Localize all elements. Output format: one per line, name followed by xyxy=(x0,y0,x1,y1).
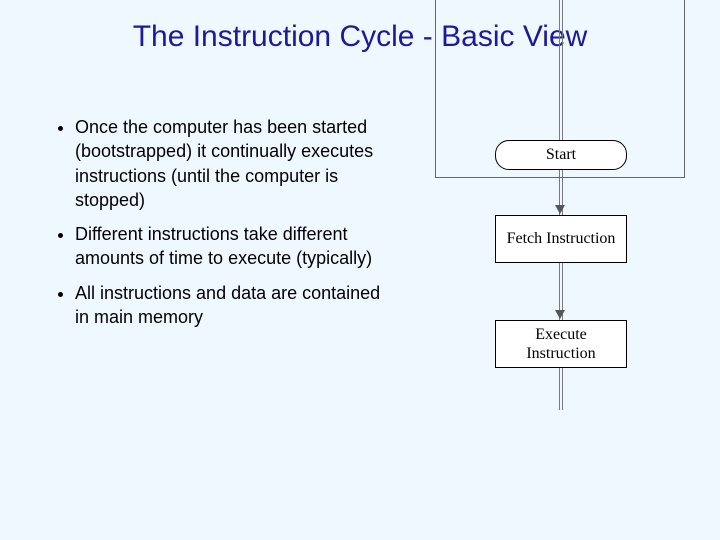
flow-node-execute: Execute Instruction xyxy=(495,320,627,368)
arrowhead-icon xyxy=(555,310,565,319)
flowchart: Start Fetch Instruction Execute Instruct… xyxy=(430,0,690,410)
bullet-item: Once the computer has been started (boot… xyxy=(75,115,385,212)
flow-node-start: Start xyxy=(495,140,627,170)
flow-node-fetch: Fetch Instruction xyxy=(495,215,627,263)
bullet-item: All instructions and data are contained … xyxy=(75,281,385,330)
arrowhead-icon xyxy=(555,205,565,214)
bullet-item: Different instructions take different am… xyxy=(75,222,385,271)
bullet-list: Once the computer has been started (boot… xyxy=(55,115,385,339)
